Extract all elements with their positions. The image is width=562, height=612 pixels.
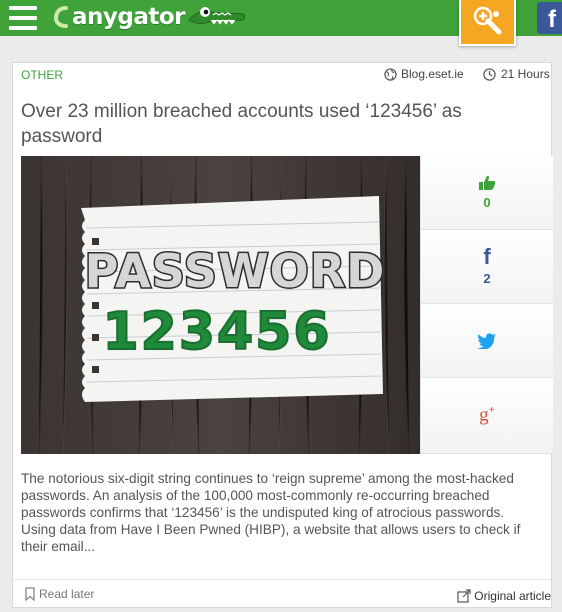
- facebook-share-button[interactable]: f 2: [421, 230, 553, 304]
- like-count: 0: [483, 195, 491, 210]
- age-text: 21 Hours: [501, 67, 550, 81]
- article-title[interactable]: Over 23 million breached accounts used ‘…: [21, 99, 531, 149]
- facebook-icon: f: [483, 244, 491, 269]
- article-meta: OTHER Blog.eset.ie 21 Hours: [13, 63, 553, 87]
- twitter-icon: [477, 332, 496, 349]
- source-name: Blog.eset.ie: [401, 67, 464, 81]
- image-number-text: 123456: [102, 302, 331, 362]
- read-later-button[interactable]: Read later: [25, 587, 94, 601]
- top-bar: anygator f: [0, 0, 562, 46]
- gator-icon: [54, 6, 68, 28]
- facebook-icon[interactable]: f: [537, 2, 562, 34]
- original-article-link[interactable]: Original article: [457, 589, 551, 603]
- thumbs-up-icon: [479, 175, 496, 190]
- image-password-text: PASSWORD: [85, 244, 386, 298]
- paper-note: PASSWORD 123456: [81, 196, 386, 402]
- gator-icon: [188, 7, 246, 25]
- article-card: OTHER Blog.eset.ie 21 Hours Over 23 mill…: [12, 62, 553, 610]
- facebook-share-count: 2: [483, 271, 491, 286]
- clock-icon: [483, 67, 496, 81]
- promo-icon: [473, 6, 501, 35]
- external-link-icon: [457, 589, 471, 603]
- article-age: 21 Hours: [483, 67, 550, 81]
- logo-text: anygator: [72, 4, 186, 30]
- read-later-label: Read later: [39, 587, 95, 601]
- google-plus-share-button[interactable]: g+: [421, 378, 553, 454]
- source-link[interactable]: Blog.eset.ie: [384, 67, 464, 81]
- bookmark-icon: [25, 587, 35, 601]
- original-article-label: Original article: [474, 589, 551, 603]
- like-button[interactable]: 0: [421, 156, 553, 230]
- share-panel: 0 f 2 g+: [420, 156, 553, 454]
- logo[interactable]: anygator: [54, 2, 247, 32]
- category-label[interactable]: OTHER: [21, 68, 63, 82]
- article-image[interactable]: PASSWORD 123456: [21, 156, 420, 454]
- article-excerpt: The notorious six-digit string continues…: [21, 471, 521, 554]
- twitter-share-button[interactable]: [421, 304, 553, 378]
- menu-icon[interactable]: [9, 6, 37, 30]
- article-footer: Read later Original article: [13, 579, 551, 610]
- globe-icon: [384, 67, 397, 81]
- promo-button[interactable]: [459, 0, 516, 46]
- google-plus-icon: g+: [479, 404, 495, 426]
